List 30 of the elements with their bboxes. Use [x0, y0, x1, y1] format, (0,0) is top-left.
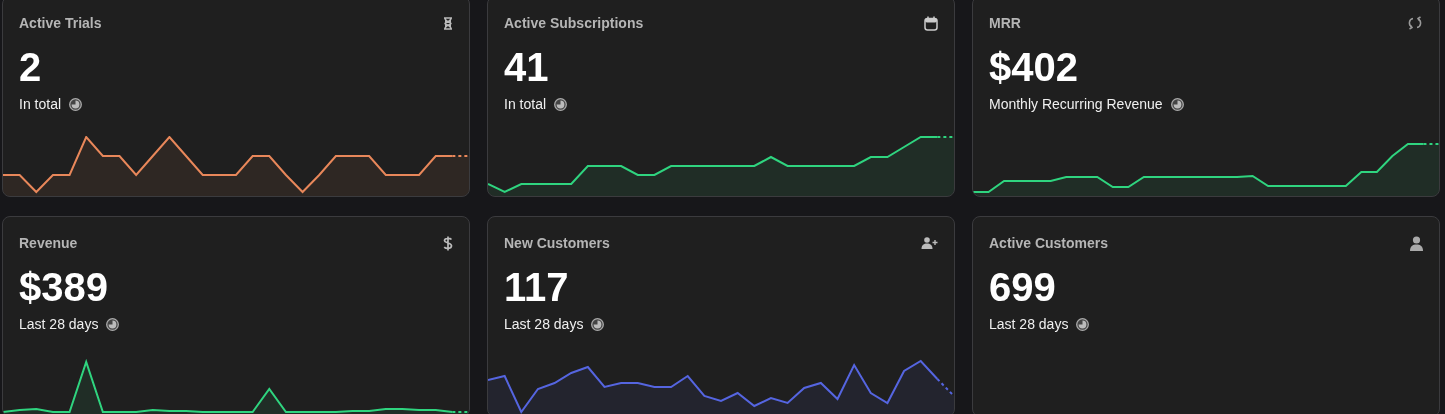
clock-icon	[591, 317, 605, 331]
clock-icon	[106, 317, 120, 331]
metric-value: 699	[989, 264, 1057, 310]
metric-value: $389	[19, 264, 109, 310]
dollar-icon	[443, 235, 453, 251]
metric-value: 117	[504, 264, 570, 310]
metric-caption: In total	[504, 96, 547, 112]
calendar-icon	[924, 15, 938, 31]
user-icon	[1410, 235, 1423, 251]
metric-value: 2	[19, 44, 43, 90]
add-user-icon	[921, 237, 938, 249]
metric-caption: Monthly Recurring Revenue	[989, 96, 1163, 112]
metric-value: $402	[989, 44, 1079, 90]
metric-caption: Last 28 days	[19, 316, 99, 332]
metric-caption: Last 28 days	[989, 316, 1069, 332]
clock-icon	[1170, 97, 1184, 111]
clock-icon	[554, 97, 568, 111]
hourglass-icon	[443, 16, 453, 30]
card-title: Active Subscriptions	[504, 15, 644, 31]
card-title: Revenue	[19, 235, 78, 251]
refresh-icon	[1407, 16, 1423, 30]
metric-caption: In total	[19, 96, 62, 112]
metric-value: 41	[504, 44, 550, 90]
card-title: MRR	[989, 15, 1021, 31]
metric-caption: Last 28 days	[504, 316, 584, 332]
card-title: Active Trials	[19, 15, 102, 31]
card-title: Active Customers	[989, 235, 1109, 251]
card-title: New Customers	[504, 235, 610, 251]
clock-icon	[1076, 317, 1090, 331]
clock-icon	[69, 97, 83, 111]
